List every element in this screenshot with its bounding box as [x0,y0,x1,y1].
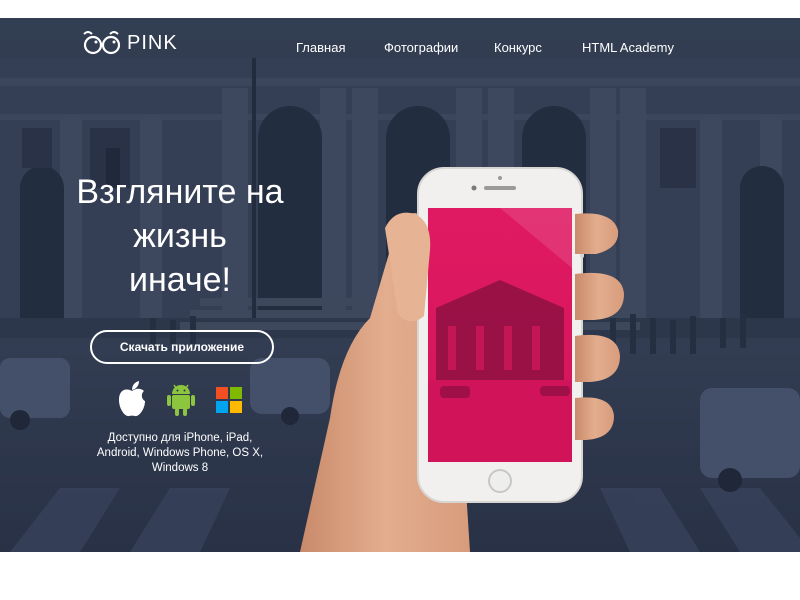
hero-section: PINK Главная Фотографии Конкурс HTML Aca… [0,18,800,552]
hand-holding-phone-image [300,167,624,552]
